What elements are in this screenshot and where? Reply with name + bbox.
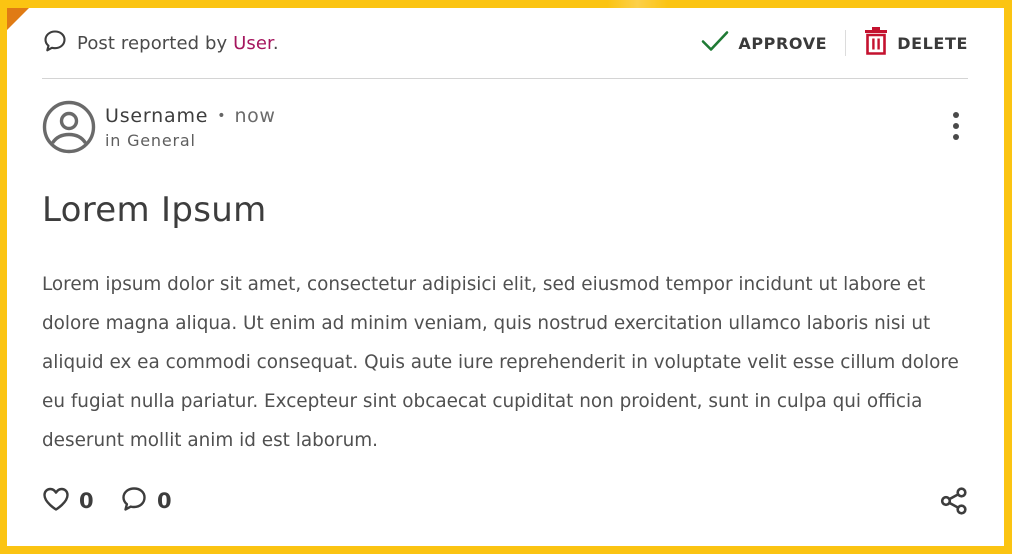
comment-button[interactable]: 0 bbox=[120, 486, 172, 516]
comment-bubble-icon bbox=[120, 486, 148, 516]
report-text: Post reported by User. bbox=[77, 33, 279, 54]
actions-divider bbox=[845, 30, 847, 56]
post-body: Lorem ipsum dolor sit amet, consectetur … bbox=[42, 274, 959, 451]
reported-post-card: Post reported by User. APPROVE DELETE Us… bbox=[7, 8, 1004, 546]
report-bar: Post reported by User. APPROVE DELETE bbox=[42, 8, 968, 79]
frame-top-strip bbox=[0, 0, 1012, 8]
speech-bubble-icon bbox=[42, 28, 68, 58]
reporter-user-link[interactable]: User bbox=[233, 33, 273, 54]
like-count: 0 bbox=[79, 489, 94, 513]
card-corner-flag bbox=[7, 8, 29, 30]
moderation-actions: APPROVE DELETE bbox=[701, 27, 968, 59]
post-time: now bbox=[234, 105, 276, 127]
report-prefix: Post reported by bbox=[77, 32, 234, 54]
comment-count: 0 bbox=[157, 489, 172, 513]
author-line: Username • now bbox=[105, 105, 276, 127]
post-footer: 0 0 bbox=[42, 483, 968, 519]
post-title: Lorem Ipsum bbox=[42, 190, 267, 230]
user-avatar-icon[interactable] bbox=[42, 100, 96, 154]
post-category[interactable]: in General bbox=[105, 131, 196, 150]
author-name[interactable]: Username bbox=[105, 105, 208, 127]
post-header: Username • now in General bbox=[42, 100, 968, 154]
checkmark-icon bbox=[701, 29, 729, 57]
report-suffix: . bbox=[272, 32, 279, 54]
heart-icon bbox=[42, 486, 70, 516]
share-icon[interactable] bbox=[940, 487, 968, 515]
delete-label: DELETE bbox=[897, 33, 968, 53]
delete-button[interactable]: DELETE bbox=[864, 27, 968, 59]
approve-label: APPROVE bbox=[738, 33, 828, 53]
approve-button[interactable]: APPROVE bbox=[701, 29, 827, 57]
author-separator: • bbox=[217, 108, 226, 124]
like-button[interactable]: 0 bbox=[42, 486, 94, 516]
report-notice: Post reported by User. bbox=[42, 29, 279, 57]
trash-icon bbox=[864, 27, 888, 59]
vertical-dots-icon[interactable] bbox=[950, 110, 962, 144]
